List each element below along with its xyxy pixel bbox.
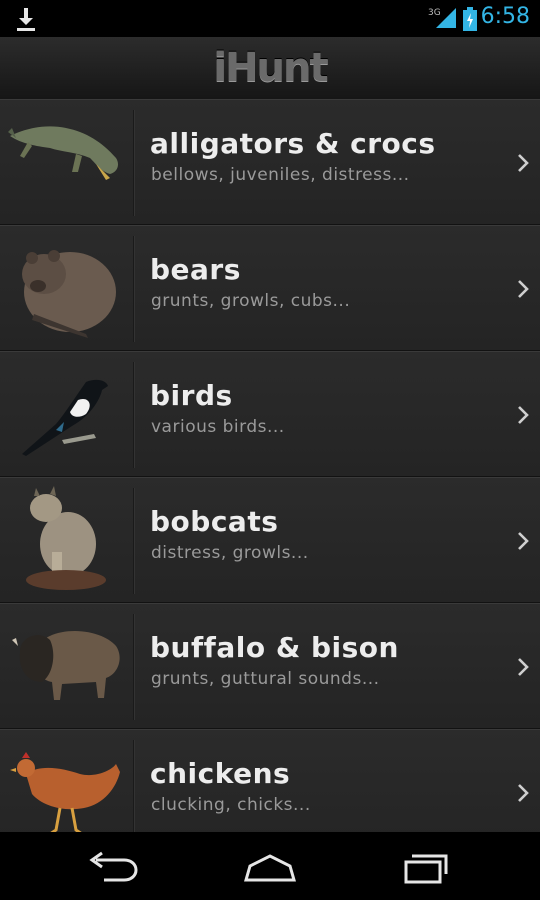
category-subtitle: various birds... — [151, 417, 285, 437]
status-bar: 3G 6:58 — [0, 0, 540, 37]
bison-image — [12, 631, 120, 700]
row-divider — [133, 362, 134, 468]
chevron-right-icon — [518, 406, 529, 424]
chicken-image — [10, 752, 120, 832]
row-divider — [133, 614, 134, 720]
home-icon[interactable] — [240, 850, 300, 884]
bear-image — [22, 250, 116, 338]
row-divider — [133, 488, 134, 594]
clock: 6:58 — [480, 4, 530, 29]
category-title: birds — [150, 379, 233, 412]
signal-icon: 3G — [428, 8, 456, 28]
list-item[interactable]: birds various birds... — [0, 351, 540, 477]
list-item[interactable]: chickens clucking, chicks... — [0, 729, 540, 832]
navigation-bar — [0, 832, 540, 900]
category-list: alligators & crocs bellows, juveniles, d… — [0, 99, 540, 832]
category-title: buffalo & bison — [150, 631, 399, 664]
row-divider — [133, 110, 134, 216]
category-title: bobcats — [150, 505, 279, 538]
chevron-right-icon — [518, 154, 529, 172]
app-header: iHunt — [0, 37, 540, 100]
download-icon — [17, 8, 35, 31]
row-divider — [133, 740, 134, 832]
chevron-right-icon — [518, 532, 529, 550]
list-item[interactable]: bobcats distress, growls... — [0, 477, 540, 603]
category-subtitle: distress, growls... — [151, 543, 309, 563]
list-item[interactable]: buffalo & bison grunts, guttural sounds.… — [0, 603, 540, 729]
app-logo: iHunt — [213, 45, 328, 91]
category-title: alligators & crocs — [150, 127, 436, 160]
row-divider — [133, 236, 134, 342]
chevron-right-icon — [518, 658, 529, 676]
list-item[interactable]: alligators & crocs bellows, juveniles, d… — [0, 99, 540, 225]
alligator-image — [8, 126, 118, 180]
list-item[interactable]: bears grunts, growls, cubs... — [0, 225, 540, 351]
category-title: bears — [150, 253, 241, 286]
back-icon[interactable] — [82, 850, 142, 884]
category-title: chickens — [150, 757, 291, 790]
chevron-right-icon — [518, 280, 529, 298]
category-subtitle: clucking, chicks... — [151, 795, 311, 815]
category-subtitle: bellows, juveniles, distress... — [151, 165, 410, 185]
category-subtitle: grunts, guttural sounds... — [151, 669, 380, 689]
magpie-image — [22, 379, 108, 456]
bobcat-image — [26, 486, 106, 590]
battery-icon — [463, 7, 477, 31]
category-subtitle: grunts, growls, cubs... — [151, 291, 351, 311]
svg-text:3G: 3G — [428, 8, 441, 18]
recent-apps-icon[interactable] — [398, 850, 458, 884]
chevron-right-icon — [518, 784, 529, 802]
